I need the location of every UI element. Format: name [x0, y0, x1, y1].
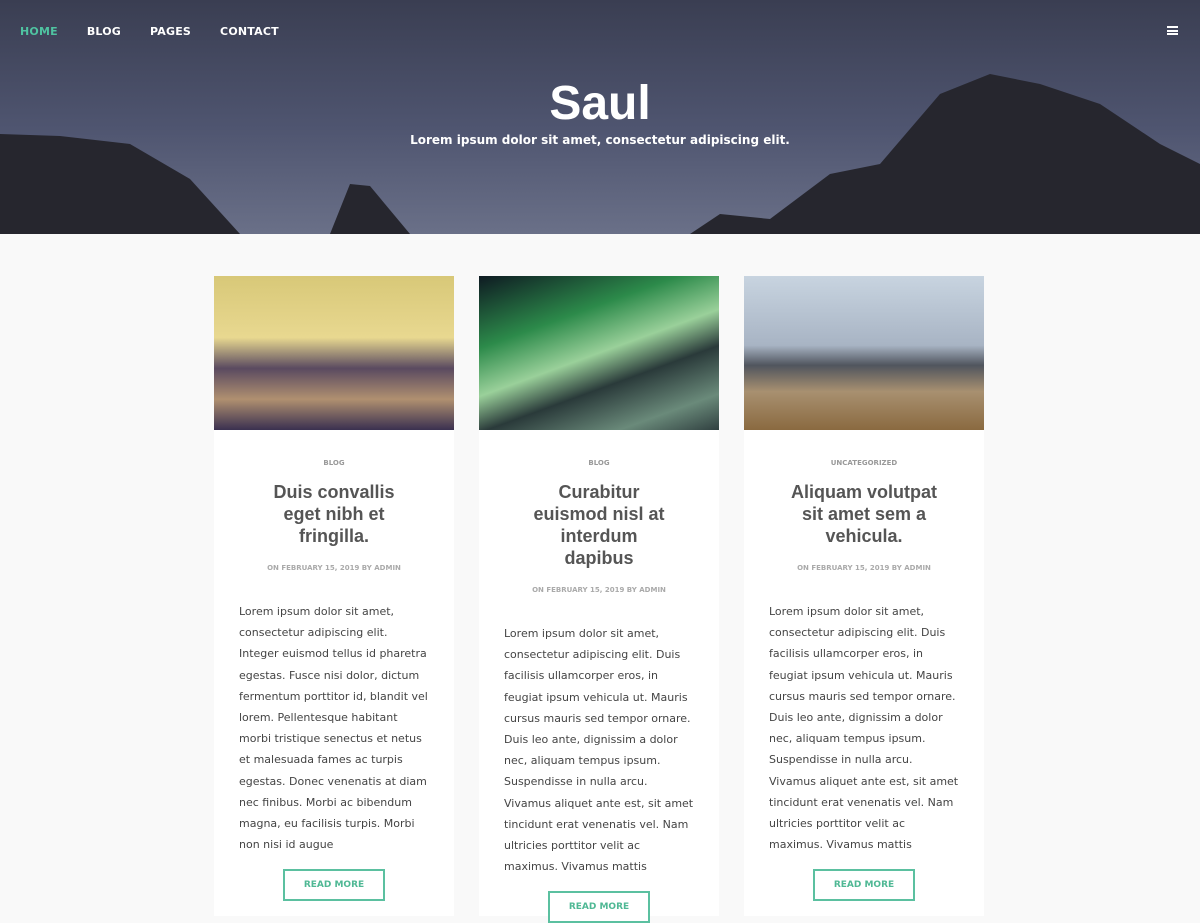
post-image-airplane[interactable]: [744, 276, 984, 430]
post-list: BLOG Duis convallis eget nibh et fringil…: [214, 276, 984, 923]
nav-blog[interactable]: BLOG: [87, 25, 121, 38]
post-meta: ON FEBRUARY 15, 2019 BY ADMIN: [797, 564, 931, 572]
main-nav: HOME BLOG PAGES CONTACT: [20, 25, 308, 38]
read-more-button[interactable]: READ MORE: [813, 869, 915, 901]
post-card: UNCATEGORIZED Aliquam volutpat sit amet …: [744, 276, 984, 916]
nav-pages[interactable]: PAGES: [150, 25, 191, 38]
hero-header: HOME BLOG PAGES CONTACT Saul Lorem ipsum…: [0, 0, 1200, 234]
read-more-button[interactable]: READ MORE: [548, 891, 650, 923]
post-excerpt: Lorem ipsum dolor sit amet, consectetur …: [769, 605, 959, 852]
post-category[interactable]: UNCATEGORIZED: [744, 459, 984, 467]
post-meta: ON FEBRUARY 15, 2019 BY ADMIN: [267, 564, 401, 572]
post-title[interactable]: Aliquam volutpat sit amet sem a vehicula…: [789, 481, 939, 547]
read-more-button[interactable]: READ MORE: [283, 869, 385, 901]
post-category[interactable]: BLOG: [214, 459, 454, 467]
post-category[interactable]: BLOG: [479, 459, 719, 467]
post-meta: ON FEBRUARY 15, 2019 BY ADMIN: [532, 586, 666, 594]
post-excerpt: Lorem ipsum dolor sit amet, consectetur …: [239, 605, 428, 852]
site-title: Saul: [549, 77, 651, 130]
site-tagline: Lorem ipsum dolor sit amet, consectetur …: [410, 133, 790, 147]
post-title[interactable]: Curabitur euismod nisl at interdum dapib…: [524, 481, 674, 569]
post-title[interactable]: Duis convallis eget nibh et fringilla.: [259, 481, 409, 547]
post-image-lighthouse[interactable]: [214, 276, 454, 430]
hamburger-icon[interactable]: [1167, 26, 1178, 35]
post-card: BLOG Curabitur euismod nisl at interdum …: [479, 276, 719, 923]
post-card: BLOG Duis convallis eget nibh et fringil…: [214, 276, 454, 916]
nav-home[interactable]: HOME: [20, 25, 58, 38]
post-excerpt: Lorem ipsum dolor sit amet, consectetur …: [504, 627, 694, 874]
post-image-aurora[interactable]: [479, 276, 719, 430]
nav-contact[interactable]: CONTACT: [220, 25, 279, 38]
